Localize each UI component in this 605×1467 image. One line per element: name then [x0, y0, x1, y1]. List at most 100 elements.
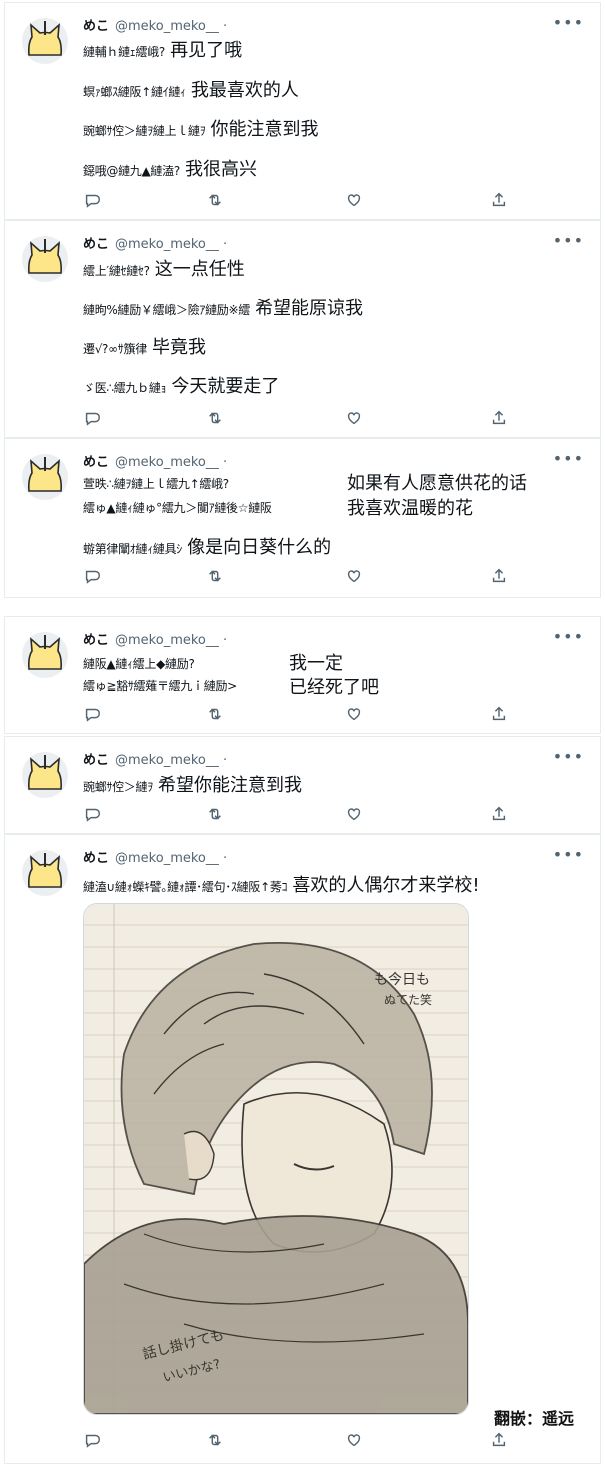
- reply-button[interactable]: [83, 567, 103, 587]
- more-icon[interactable]: •••: [553, 13, 584, 32]
- handle[interactable]: @meko_meko__: [115, 19, 219, 34]
- retweet-button[interactable]: [206, 191, 226, 211]
- tweet-line: 縺輔ｈ縺ｪ繧峨? 再见了哦: [83, 36, 242, 62]
- separator-dot: ·: [223, 19, 228, 34]
- sketch-note-top: も今日も: [374, 972, 430, 988]
- reply-button[interactable]: [83, 705, 103, 725]
- tweet-header: めこ @meko_meko__ ·: [83, 15, 227, 34]
- reply-button[interactable]: [83, 805, 103, 825]
- more-icon[interactable]: •••: [553, 627, 584, 646]
- avatar[interactable]: [21, 235, 69, 283]
- tweet-line: 蝣第律闡ｵ縺ｨ縺具ｼ 像是向日葵什么的: [83, 533, 331, 559]
- action-bar: [83, 1431, 513, 1451]
- handle[interactable]: @meko_meko__: [115, 851, 219, 866]
- tweet-line: 螟ｧ螂ｽ縺阪↑縺ｲ縺ｨ 我最喜欢的人: [83, 76, 299, 102]
- share-button[interactable]: [490, 409, 510, 429]
- translation-text: 再见了哦: [170, 40, 243, 61]
- like-button[interactable]: [345, 1431, 365, 1451]
- action-bar: [83, 567, 513, 587]
- avatar[interactable]: [21, 849, 69, 897]
- like-icon: [347, 708, 361, 721]
- more-icon[interactable]: •••: [553, 231, 584, 250]
- more-icon[interactable]: •••: [553, 449, 584, 468]
- translation-text: 今天就要走了: [171, 376, 280, 397]
- share-button[interactable]: [490, 191, 510, 211]
- share-icon: [492, 1432, 506, 1447]
- display-name[interactable]: めこ: [83, 851, 109, 866]
- handle[interactable]: @meko_meko__: [115, 753, 219, 768]
- share-button[interactable]: [490, 1431, 510, 1451]
- retweet-button[interactable]: [206, 705, 226, 725]
- tweet-1[interactable]: めこ @meko_meko__ · ••• 縺輔ｈ縺ｪ繧峨? 再见了哦 螟ｧ螂ｽ縺…: [4, 2, 601, 220]
- handle[interactable]: @meko_meko__: [115, 455, 219, 470]
- retweet-button[interactable]: [206, 567, 226, 587]
- garbled-text: 萱昳∴縺ｦ縺上ｌ繧九↑繧峨?: [83, 477, 229, 491]
- avatar[interactable]: [21, 631, 69, 679]
- display-name[interactable]: めこ: [83, 633, 109, 648]
- share-button[interactable]: [490, 805, 510, 825]
- like-icon: [347, 808, 361, 821]
- retweet-button[interactable]: [206, 805, 226, 825]
- retweet-button[interactable]: [206, 409, 226, 429]
- tweet-line: 遷√?∞ｻ籏律 毕竟我: [83, 333, 206, 359]
- share-button[interactable]: [490, 567, 510, 587]
- display-name[interactable]: めこ: [83, 455, 109, 470]
- retweet-icon: [209, 570, 221, 582]
- reply-button[interactable]: [83, 191, 103, 211]
- retweet-button[interactable]: [206, 1431, 226, 1451]
- avatar[interactable]: [21, 453, 69, 501]
- translation-text: 我一定: [289, 653, 343, 674]
- more-icon[interactable]: •••: [553, 747, 584, 766]
- tweet-line: 縺溘∪縺ｫ蠑ｷ譬｡縺ｫ譚･繧句･ｽ縺阪↑莠ｺ 喜欢的人偶尔才来学校!: [83, 871, 480, 897]
- translation-text: 喜欢的人偶尔才来学校!: [292, 875, 480, 896]
- like-button[interactable]: [345, 409, 365, 429]
- like-icon: [347, 570, 361, 583]
- share-button[interactable]: [490, 705, 510, 725]
- cat-avatar-icon: [22, 850, 68, 896]
- translation-text: 这一点任性: [154, 259, 245, 280]
- avatar[interactable]: [21, 17, 69, 65]
- cat-avatar-icon: [22, 18, 68, 64]
- garbled-text: 蝣第律闡ｵ縺ｨ縺具ｼ: [83, 542, 183, 556]
- tweet-line: 繧上′縺ｾ縺ｾ? 这一点任性: [83, 255, 245, 281]
- tweet-3[interactable]: めこ @meko_meko__ · ••• 萱昳∴縺ｦ縺上ｌ繧九↑繧峨? 如果有人…: [4, 438, 601, 598]
- translation-text: 你能注意到我: [210, 119, 319, 140]
- share-icon: [492, 568, 506, 583]
- reply-button[interactable]: [83, 1431, 103, 1451]
- like-button[interactable]: [345, 705, 365, 725]
- display-name[interactable]: めこ: [83, 237, 109, 252]
- garbled-text: 豌螂ｻ倥＞縺ｦ: [83, 780, 153, 794]
- tweet-header: めこ @meko_meko__ ·: [83, 629, 227, 648]
- like-button[interactable]: [345, 567, 365, 587]
- garbled-text: 縺昫%縺励￥繧峨＞險ｱ縺励※繧: [83, 303, 250, 317]
- reply-icon: [85, 708, 100, 722]
- like-button[interactable]: [345, 805, 365, 825]
- display-name[interactable]: めこ: [83, 19, 109, 34]
- translation-text: 希望你能注意到我: [158, 775, 302, 796]
- translation-text: 我喜欢温暖的花: [347, 498, 473, 519]
- more-icon[interactable]: •••: [553, 845, 584, 864]
- tweet-header: めこ @meko_meko__ ·: [83, 451, 227, 470]
- reply-icon: [85, 808, 100, 822]
- retweet-icon: [209, 1434, 221, 1446]
- garbled-text: 縺溘∪縺ｫ蠑ｷ譬｡縺ｫ譚･繧句･ｽ縺阪↑莠ｺ: [83, 880, 288, 894]
- handle[interactable]: @meko_meko__: [115, 237, 219, 252]
- display-name[interactable]: めこ: [83, 753, 109, 768]
- avatar[interactable]: [21, 751, 69, 799]
- separator-dot: ·: [223, 455, 228, 470]
- action-bar: [83, 805, 513, 825]
- tweet-4[interactable]: めこ @meko_meko__ · ••• 縺阪▲縺ｨ繧上◆縺励? 我一定 繧ゅ≧…: [4, 616, 601, 734]
- separator-dot: ·: [223, 633, 228, 648]
- like-button[interactable]: [345, 191, 365, 211]
- handle[interactable]: @meko_meko__: [115, 633, 219, 648]
- reply-button[interactable]: [83, 409, 103, 429]
- tweet-6[interactable]: めこ @meko_meko__ · ••• 縺溘∪縺ｫ蠑ｷ譬｡縺ｫ譚･繧句･ｽ縺阪…: [4, 834, 601, 1464]
- separator-dot: ·: [223, 753, 228, 768]
- separator-dot: ·: [223, 237, 228, 252]
- garbled-text: 縺輔ｈ縺ｪ繧峨?: [83, 45, 165, 59]
- tweet-image[interactable]: も今日も ぬてた笑 話し掛けても いいかな?: [83, 903, 469, 1415]
- tweet-line: 豌螂ｻ倥＞縺ｦ 希望你能注意到我: [83, 771, 302, 797]
- tweet-5[interactable]: めこ @meko_meko__ · ••• 豌螂ｻ倥＞縺ｦ 希望你能注意到我: [4, 736, 601, 834]
- reply-icon: [85, 1434, 100, 1448]
- tweet-2[interactable]: めこ @meko_meko__ · ••• 繧上′縺ｾ縺ｾ? 这一点任性 縺昫%縺…: [4, 220, 601, 438]
